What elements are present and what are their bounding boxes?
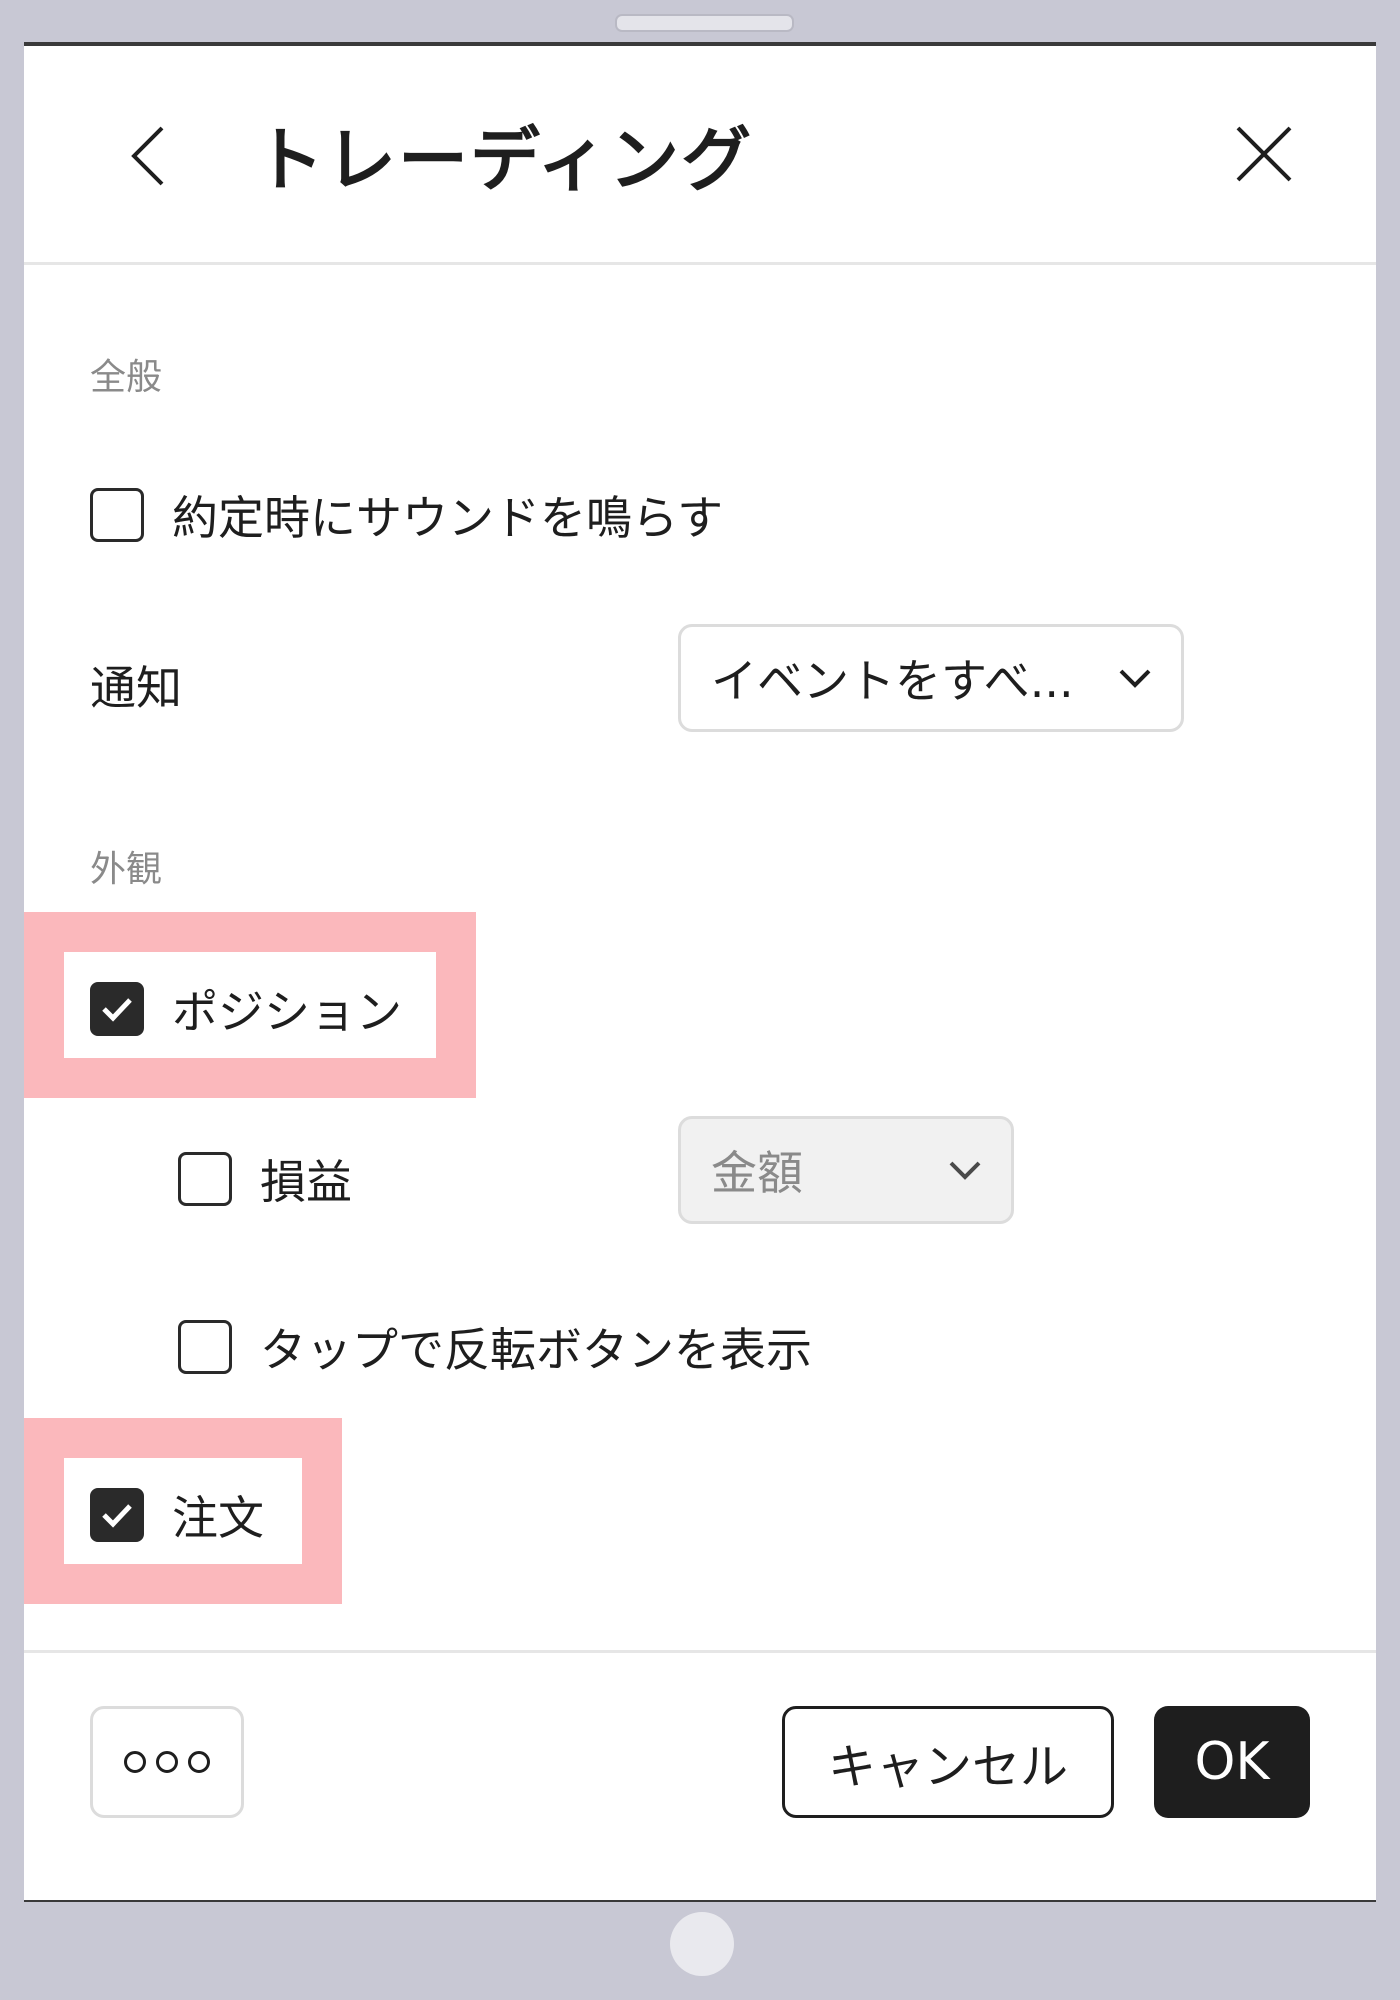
device-home-button[interactable]: [670, 1912, 734, 1976]
orders-checkbox[interactable]: [90, 1488, 144, 1542]
checkmark-icon: [102, 1504, 132, 1528]
pnl-row[interactable]: 損益: [178, 1146, 352, 1212]
reverse-button-checkbox[interactable]: [178, 1320, 232, 1374]
positions-label: ポジション: [172, 985, 402, 1039]
close-button[interactable]: [1224, 114, 1304, 194]
reverse-button-row[interactable]: タップで反転ボタンを表示: [178, 1314, 812, 1380]
section-label-general: 全般: [90, 357, 163, 398]
ok-button[interactable]: OK: [1154, 1706, 1310, 1818]
positions-row[interactable]: ポジション: [90, 976, 402, 1042]
back-button[interactable]: [114, 116, 184, 196]
pnl-checkbox[interactable]: [178, 1152, 232, 1206]
cancel-button[interactable]: キャンセル: [782, 1706, 1114, 1818]
close-icon: [1236, 126, 1292, 182]
notifications-select-value: イベントをすべ...: [711, 654, 1074, 708]
notifications-label: 通知: [90, 661, 182, 715]
orders-row[interactable]: 注文: [90, 1482, 264, 1548]
reverse-button-label: タップで反転ボタンを表示: [260, 1323, 812, 1377]
pnl-select[interactable]: 金額: [678, 1116, 1014, 1224]
sound-on-fill-label: 約定時にサウンドを鳴らす: [172, 491, 724, 545]
chevron-down-icon: [949, 1161, 981, 1180]
positions-checkbox[interactable]: [90, 982, 144, 1036]
more-options-button[interactable]: [90, 1706, 244, 1818]
sound-on-fill-row[interactable]: 約定時にサウンドを鳴らす: [90, 482, 723, 548]
chevron-down-icon: [1119, 669, 1151, 688]
notifications-select[interactable]: イベントをすべ...: [678, 624, 1184, 732]
sound-on-fill-checkbox[interactable]: [90, 488, 144, 542]
checkmark-icon: [102, 998, 132, 1022]
orders-label: 注文: [172, 1491, 264, 1545]
dialog-title: トレーディング: [254, 119, 754, 201]
more-dots-icon: [119, 1751, 215, 1773]
dialog-header: トレーディング: [24, 46, 1376, 265]
chevron-left-icon: [131, 126, 164, 186]
section-label-appearance: 外観: [90, 849, 163, 890]
trading-settings-dialog: トレーディング 全般 約定時にサウンドを鳴らす 通知 イベントをすべ... 外観…: [24, 42, 1376, 1902]
footer-divider: [24, 1650, 1376, 1653]
pnl-select-value: 金額: [711, 1146, 803, 1200]
device-top-handle: [615, 14, 794, 32]
pnl-label: 損益: [260, 1155, 352, 1209]
